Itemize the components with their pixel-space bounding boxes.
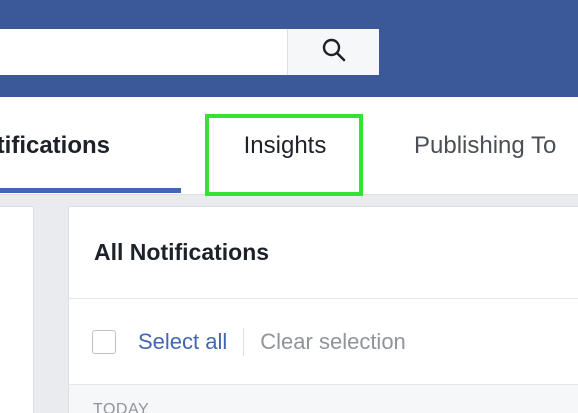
selection-toolbar: Select all Clear selection: [69, 299, 578, 385]
active-tab-indicator: [0, 188, 181, 193]
clear-selection-link[interactable]: Clear selection: [260, 329, 406, 355]
section-header-today: TODAY: [69, 385, 578, 413]
search-button[interactable]: [287, 29, 379, 75]
divider: [243, 327, 245, 356]
select-all-checkbox[interactable]: [92, 329, 116, 354]
panel-title: All Notifications: [69, 207, 578, 299]
screen: otifications Insights Publishing To All …: [0, 0, 578, 413]
tab-publishing-tools[interactable]: Publishing To: [414, 97, 556, 194]
tab-insights[interactable]: Insights: [206, 97, 364, 194]
notifications-panel: All Notifications Select all Clear selec…: [68, 206, 578, 413]
tab-notifications[interactable]: otifications: [0, 97, 110, 194]
select-all-link[interactable]: Select all: [138, 329, 227, 355]
left-sidebar-panel: [0, 206, 34, 413]
top-navigation-bar: [0, 0, 578, 97]
search-icon: [321, 37, 347, 68]
search-input[interactable]: [0, 29, 288, 75]
